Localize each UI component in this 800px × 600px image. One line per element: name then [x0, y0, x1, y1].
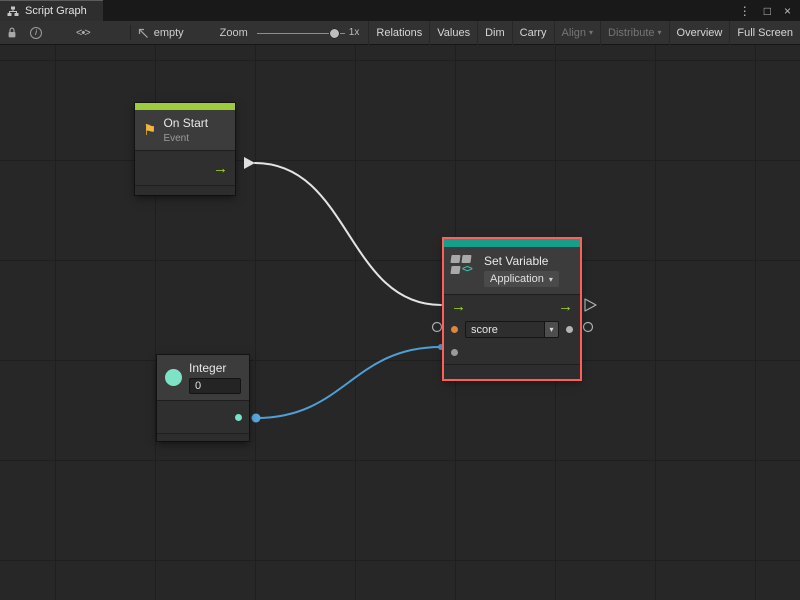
node-footer	[444, 364, 580, 379]
integer-value-field[interactable]: 0	[189, 378, 241, 394]
port-row	[444, 341, 580, 364]
graph-context-label: empty	[154, 27, 184, 39]
port-row: → →	[444, 295, 580, 318]
variable-name-value: score	[466, 324, 498, 336]
chevron-down-icon: ▾	[589, 28, 593, 37]
node-subtitle: Event	[163, 133, 227, 144]
close-icon[interactable]: ×	[784, 5, 791, 17]
relations-button[interactable]: Relations	[368, 21, 429, 45]
node-integer[interactable]: Integer 0	[157, 355, 249, 441]
node-title: Integer	[189, 361, 241, 375]
zoom-slider-knob[interactable]	[329, 28, 340, 39]
script-graph-window: Script Graph ⋮ □ × i <•> empty Zoom	[0, 0, 800, 600]
variable-colorbar	[444, 239, 580, 247]
info-icon[interactable]: i	[30, 27, 42, 39]
cursor-arrow-icon	[137, 27, 149, 39]
overview-button[interactable]: Overview	[669, 21, 730, 45]
chevron-down-icon: ▾	[549, 275, 553, 284]
node-title: Set Variable	[484, 254, 573, 268]
node-on-start[interactable]: ⚑ On Start Event →	[135, 103, 235, 195]
code-brackets-icon: <>	[462, 266, 472, 274]
node-header[interactable]: Integer 0	[157, 355, 249, 400]
variable-card-icon	[450, 266, 460, 274]
zoom-slider[interactable]	[257, 21, 345, 45]
variable-card-icon	[461, 255, 471, 263]
port-row	[157, 401, 249, 433]
zoom-label: Zoom	[220, 27, 248, 39]
integer-output-port[interactable]	[235, 414, 242, 421]
tab-label: Script Graph	[25, 5, 87, 17]
value-output-connector[interactable]	[584, 323, 593, 332]
flag-icon: ⚑	[143, 123, 156, 138]
port-row: score ▾	[444, 318, 580, 341]
node-header[interactable]: <> Set Variable Application ▾	[444, 247, 580, 294]
node-title: On Start	[163, 116, 227, 130]
flow-output-connector-empty[interactable]	[585, 299, 596, 311]
integer-output-connector[interactable]	[252, 414, 261, 423]
set-variable-icon: <>	[451, 254, 477, 277]
wire-integer-to-set-variable[interactable]	[256, 347, 441, 418]
variable-scope-dropdown[interactable]: Application ▾	[484, 271, 559, 287]
chevron-down-icon[interactable]: ▾	[544, 322, 558, 337]
node-footer	[135, 185, 235, 195]
node-body: →	[135, 150, 235, 195]
graph-canvas[interactable]: ⚑ On Start Event →	[0, 45, 800, 600]
maximize-icon[interactable]: □	[764, 5, 771, 17]
lock-icon[interactable]	[7, 27, 17, 39]
graph-icon	[7, 6, 19, 17]
flow-input-port[interactable]: →	[451, 299, 466, 314]
node-set-variable[interactable]: <> Set Variable Application ▾ → →	[444, 239, 580, 379]
toolbar-divider	[130, 25, 131, 40]
node-header[interactable]: ⚑ On Start Event	[135, 110, 235, 150]
window-controls: ⋮ □ ×	[739, 0, 800, 21]
window-menu-icon[interactable]: ⋮	[739, 5, 751, 17]
scope-value: Application	[490, 273, 544, 285]
code-view-icon[interactable]: <•>	[76, 27, 90, 39]
event-colorbar	[135, 103, 235, 110]
variable-name-dropdown[interactable]: score ▾	[465, 321, 559, 338]
output-value-port[interactable]	[566, 326, 573, 333]
flow-output-port[interactable]: →	[558, 299, 573, 314]
node-body	[157, 400, 249, 441]
chevron-down-icon: ▾	[658, 28, 662, 37]
node-footer	[157, 433, 249, 441]
name-input-connector[interactable]	[433, 323, 442, 332]
dim-button[interactable]: Dim	[477, 21, 512, 45]
integer-type-icon	[165, 369, 182, 386]
flow-output-port[interactable]: →	[213, 161, 228, 176]
fullscreen-button[interactable]: Full Screen	[729, 21, 800, 45]
integer-value: 0	[195, 380, 201, 392]
variable-card-icon	[450, 255, 460, 263]
titlebar: Script Graph ⋮ □ ×	[0, 0, 800, 21]
graph-toolbar: i <•> empty Zoom 1x Relations Values Dim	[0, 21, 800, 45]
align-button: Align ▾	[554, 21, 600, 45]
input-value-port[interactable]	[451, 349, 458, 356]
values-button[interactable]: Values	[429, 21, 477, 45]
zoom-value: 1x	[349, 27, 360, 38]
toolbar-buttons: Relations Values Dim Carry Align ▾ Distr…	[368, 21, 800, 45]
flow-output-connector[interactable]	[244, 157, 255, 169]
wires-layer	[0, 45, 800, 600]
wire-on-start-to-set-variable[interactable]	[255, 163, 441, 305]
carry-button[interactable]: Carry	[512, 21, 554, 45]
node-body: → → score ▾	[444, 294, 580, 379]
port-row: →	[135, 151, 235, 185]
distribute-button: Distribute ▾	[600, 21, 668, 45]
variable-name-port[interactable]	[451, 326, 458, 333]
tab-script-graph[interactable]: Script Graph	[0, 0, 103, 21]
